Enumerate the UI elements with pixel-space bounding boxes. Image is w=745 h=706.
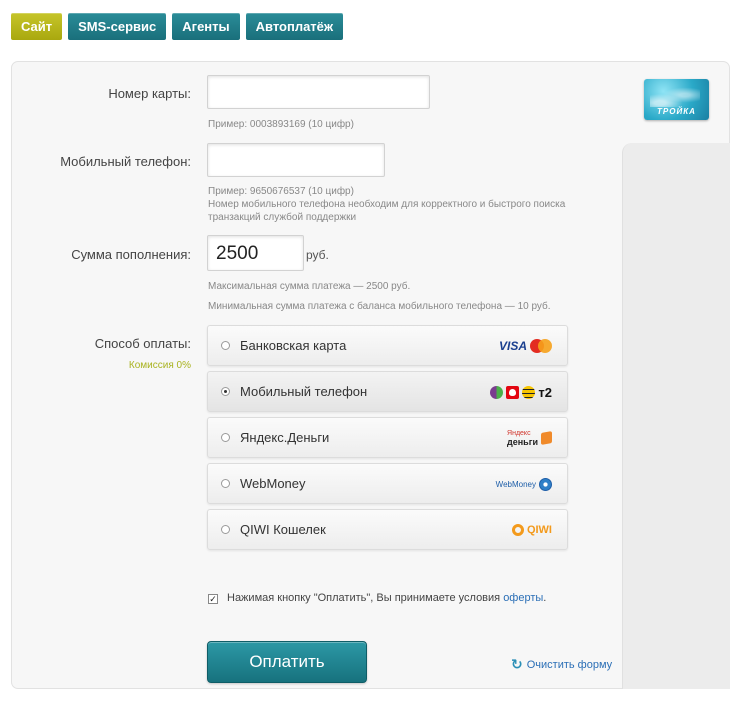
currency-label: руб. — [306, 248, 329, 262]
tab-autopay[interactable]: Автоплатёж — [245, 13, 344, 40]
reset-form-link[interactable]: ↻ Очистить форму — [511, 656, 612, 673]
webmoney-logo-text: WebMoney — [495, 479, 536, 489]
phone-input[interactable] — [207, 143, 385, 177]
right-sidebar — [622, 143, 730, 689]
pay-button[interactable]: Оплатить — [207, 641, 367, 683]
radio-qiwi[interactable] — [221, 525, 230, 534]
radio-bank-card[interactable] — [221, 341, 230, 350]
option-label: Банковская карта — [240, 338, 347, 353]
card-number-label: Номер карты: — [108, 86, 191, 101]
amount-max-hint: Максимальная сумма платежа — 2500 руб. — [208, 281, 411, 292]
visa-logo: VISA — [498, 339, 527, 353]
reset-form-label: Очистить форму — [526, 658, 613, 671]
payment-method-label: Способ оплаты: — [94, 336, 191, 351]
qiwi-logo: QIWI — [511, 521, 552, 539]
globe-icon — [539, 477, 552, 491]
tab-site[interactable]: Сайт — [11, 13, 63, 40]
agreement-suffix: . — [543, 592, 547, 604]
webmoney-logo: WebMoney — [496, 475, 552, 493]
dengi-logo-text: деньги — [507, 437, 538, 447]
phone-hint-purpose: Номер мобильного телефона необходим для … — [208, 199, 566, 210]
option-label: Мобильный телефон — [240, 384, 368, 399]
agreement-text: Нажимая кнопку "Оплатить", Вы принимаете… — [227, 592, 546, 604]
commission-label: Комиссия 0% — [128, 360, 191, 371]
agreement-label: Нажимая кнопку "Оплатить", Вы принимаете… — [227, 592, 504, 604]
card-number-input[interactable] — [207, 75, 430, 109]
phone-hint-purpose-cont: транзакций службой поддержки — [208, 212, 357, 223]
megafon-icon — [490, 385, 504, 399]
tab-agents[interactable]: Агенты — [172, 13, 240, 40]
option-label: Яндекс.Деньги — [240, 430, 330, 445]
agreement-checkbox[interactable]: ✓ — [208, 594, 218, 604]
radio-yandex-money[interactable] — [221, 433, 230, 442]
card-number-hint: Пример: 0003893169 (10 цифр) — [208, 119, 354, 130]
wallet-icon — [541, 431, 552, 445]
tele2-logo: т2 — [538, 384, 552, 400]
qiwi-logo-text: QIWI — [526, 524, 552, 536]
amount-label: Сумма пополнения: — [71, 247, 191, 262]
option-label: QIWI Кошелек — [240, 522, 326, 537]
top-tabs: Сайт SMS-сервис Агенты Автоплатёж — [11, 13, 344, 40]
tab-sms-service[interactable]: SMS-сервис — [68, 13, 167, 40]
option-label: WebMoney — [240, 476, 306, 491]
beeline-icon — [522, 385, 536, 399]
amount-min-hint: Минимальная сумма платежа с баланса моби… — [208, 301, 551, 312]
troika-logo-text: ТРОЙКА — [657, 107, 696, 116]
amount-input[interactable]: 2500 — [207, 235, 304, 271]
refresh-icon: ↻ — [511, 656, 523, 672]
phone-hint-example: Пример: 9650676537 (10 цифр) — [208, 186, 354, 197]
option-mobile-phone[interactable]: Мобильный телефон т2 — [207, 371, 568, 412]
mastercard-icon — [530, 339, 552, 353]
mts-icon — [506, 385, 520, 399]
option-webmoney[interactable]: WebMoney WebMoney — [207, 463, 568, 504]
visa-mastercard-logo: VISA — [499, 337, 552, 355]
radio-webmoney[interactable] — [221, 479, 230, 488]
troika-card-icon: ТРОЙКА — [644, 79, 709, 120]
mobile-operators-logo: т2 — [490, 383, 552, 401]
option-qiwi[interactable]: QIWI Кошелек QIWI — [207, 509, 568, 550]
offer-link[interactable]: оферты — [503, 592, 543, 604]
option-yandex-money[interactable]: Яндекс.Деньги Яндекс деньги — [207, 417, 568, 458]
radio-mobile-phone[interactable] — [221, 387, 230, 396]
qiwi-icon — [511, 524, 524, 536]
option-bank-card[interactable]: Банковская карта VISA — [207, 325, 568, 366]
yandex-money-logo: Яндекс деньги — [507, 429, 552, 447]
phone-label: Мобильный телефон: — [60, 154, 191, 169]
